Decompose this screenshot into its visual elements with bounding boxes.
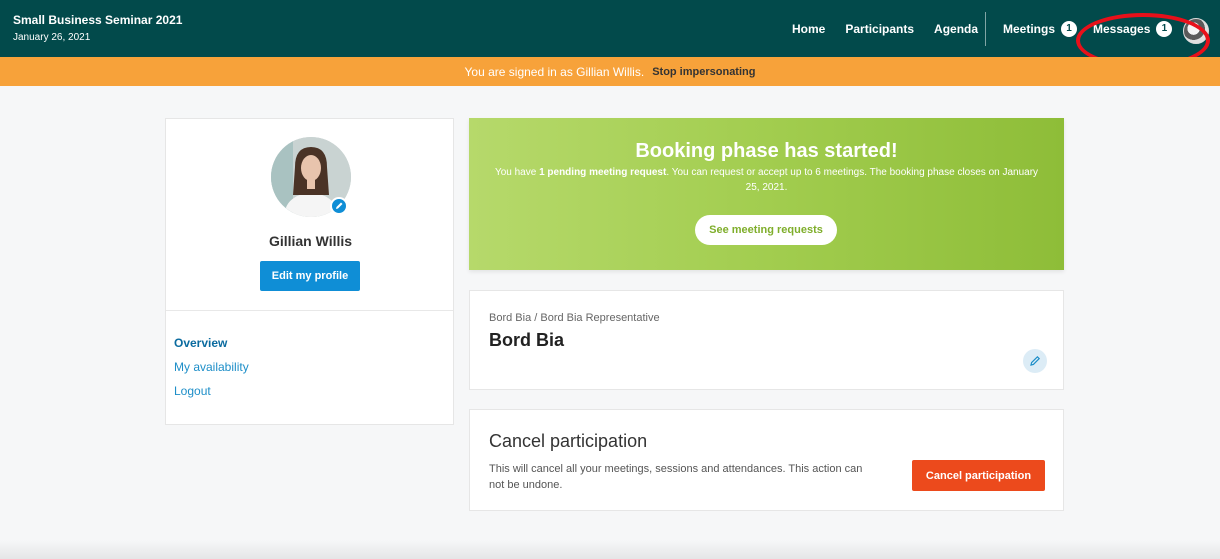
nav-meetings-label[interactable]: Meetings xyxy=(1003,22,1055,36)
edit-organization-pencil-icon[interactable] xyxy=(1023,349,1047,373)
main-nav: Home Participants Agenda xyxy=(792,0,998,57)
booking-text-suffix: . You can request or accept up to 6 meet… xyxy=(666,167,1039,193)
page-bottom-shade xyxy=(0,540,1220,559)
cancel-participation-card: Cancel participation This will cancel al… xyxy=(469,409,1064,511)
nav-messages-label[interactable]: Messages xyxy=(1093,22,1150,36)
organization-name: Bord Bia xyxy=(489,330,565,350)
booking-banner-title: Booking phase has started! xyxy=(635,140,898,162)
side-link-overview[interactable]: Overview xyxy=(174,336,249,350)
booking-text-prefix: You have xyxy=(494,167,537,178)
profile-side-nav: Overview My availability Logout xyxy=(174,336,249,408)
side-link-availability[interactable]: My availability xyxy=(174,360,249,374)
nav-home[interactable]: Home xyxy=(792,22,825,36)
card-divider xyxy=(166,310,453,311)
profile-name: Gillian Willis xyxy=(268,233,353,249)
side-link-logout[interactable]: Logout xyxy=(174,384,249,398)
cancel-participation-description: This will cancel all your meetings, sess… xyxy=(489,463,863,491)
impersonation-bar: You are signed in as Gillian Willis. Sto… xyxy=(0,57,1220,86)
stop-impersonating-link[interactable]: Stop impersonating xyxy=(652,66,755,78)
organization-subtitle: Bord Bia / Bord Bia Representative xyxy=(489,312,660,324)
event-date: January 26, 2021 xyxy=(13,32,91,43)
event-title: Small Business Seminar 2021 xyxy=(13,13,183,27)
meetings-count-badge: 1 xyxy=(1061,20,1078,37)
organization-card: Bord Bia / Bord Bia Representative Bord … xyxy=(469,290,1064,390)
nav-agenda[interactable]: Agenda xyxy=(934,22,978,36)
edit-photo-pencil-icon[interactable] xyxy=(330,197,348,215)
cancel-participation-title: Cancel participation xyxy=(489,431,648,451)
nav-divider xyxy=(985,12,986,46)
cancel-participation-button[interactable]: Cancel participation xyxy=(912,460,1045,491)
nav-participants[interactable]: Participants xyxy=(845,22,914,36)
pending-request-count: 1 pending meeting request xyxy=(539,167,667,178)
messages-count-badge: 1 xyxy=(1156,20,1173,37)
nav-meetings[interactable]: Meetings 1 xyxy=(1003,0,1078,57)
booking-banner-text: You have 1 pending meeting request. You … xyxy=(489,165,1044,195)
edit-profile-button[interactable]: Edit my profile xyxy=(260,261,360,291)
impersonation-message: You are signed in as Gillian Willis. xyxy=(464,64,645,79)
nav-messages[interactable]: Messages 1 xyxy=(1093,0,1173,57)
user-avatar-menu[interactable] xyxy=(1183,18,1209,44)
see-meeting-requests-button[interactable]: See meeting requests xyxy=(695,215,837,245)
profile-card: Gillian Willis Edit my profile Overview … xyxy=(165,118,454,425)
top-bar: Small Business Seminar 2021 January 26, … xyxy=(0,0,1220,57)
booking-phase-banner: Booking phase has started! You have 1 pe… xyxy=(469,118,1064,270)
